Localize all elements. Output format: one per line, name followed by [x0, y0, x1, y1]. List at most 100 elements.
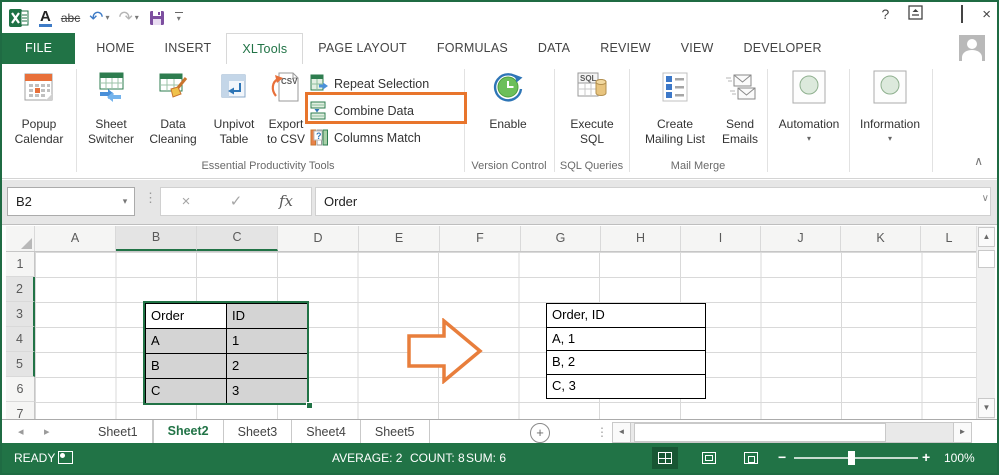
row-header-5[interactable]: 5 [6, 352, 35, 377]
font-color-button[interactable]: A [39, 9, 52, 27]
cell-b2[interactable]: Order [146, 304, 227, 329]
zoom-slider-thumb[interactable] [848, 451, 855, 465]
cell-b5[interactable]: C [146, 379, 227, 404]
column-header-c[interactable]: C [197, 226, 278, 251]
tab-formulas[interactable]: FORMULAS [422, 33, 523, 64]
page-layout-view-button[interactable] [696, 447, 722, 469]
row-header-4[interactable]: 4 [6, 327, 35, 352]
enter-button[interactable]: ✓ [211, 188, 261, 215]
zoom-level[interactable]: 100% [944, 451, 975, 465]
strikethrough-button[interactable]: abc [61, 11, 80, 25]
cell-g3[interactable]: A, 1 [546, 326, 706, 352]
tab-home[interactable]: HOME [81, 33, 149, 64]
zoom-out-button[interactable]: − [778, 449, 786, 465]
tab-developer[interactable]: DEVELOPER [728, 33, 836, 64]
sheet-nav-left-icon[interactable]: ◂ [18, 425, 24, 438]
macro-record-button[interactable] [58, 451, 73, 464]
execute-sql-button[interactable]: SQL Execute SQL [561, 70, 623, 158]
excel-logo-icon[interactable] [8, 7, 30, 29]
column-header-j[interactable]: J [761, 226, 841, 251]
sheet-switcher-button[interactable]: Sheet Switcher [80, 70, 142, 158]
cell-c5[interactable]: 3 [227, 379, 308, 404]
create-mailing-list-button[interactable]: Create Mailing List [635, 70, 715, 158]
column-header-b[interactable]: B [116, 226, 197, 251]
scroll-right-button[interactable]: ► [953, 423, 971, 442]
cell-g4[interactable]: B, 2 [546, 350, 706, 375]
tab-xltools[interactable]: XLTools [226, 33, 304, 64]
normal-view-button[interactable] [652, 447, 678, 469]
column-header-d[interactable]: D [278, 226, 359, 251]
column-header-a[interactable]: A [35, 226, 116, 251]
scroll-up-button[interactable]: ▲ [978, 227, 995, 247]
column-header-h[interactable]: H [601, 226, 681, 251]
row-header-1[interactable]: 1 [6, 252, 35, 277]
cell-g5[interactable]: C, 3 [546, 373, 706, 399]
column-header-k[interactable]: K [841, 226, 921, 251]
customize-qat-button[interactable]: ▾ [174, 12, 183, 23]
scroll-left-button[interactable]: ◄ [613, 423, 631, 442]
tab-insert[interactable]: INSERT [150, 33, 227, 64]
redo-button[interactable]: ↷ ▾ [118, 9, 138, 26]
columns-match-button[interactable]: ? Columns Match [310, 124, 468, 151]
column-header-g[interactable]: G [521, 226, 601, 251]
column-header-i[interactable]: I [681, 226, 761, 251]
row-header-6[interactable]: 6 [6, 377, 35, 402]
column-header-l[interactable]: L [921, 226, 977, 251]
unpivot-table-button[interactable]: Unpivot Table [204, 70, 264, 158]
cell-b3[interactable]: A [146, 329, 227, 354]
sheet-nav-right-icon[interactable]: ▸ [44, 425, 50, 438]
vertical-scrollbar-thumb[interactable] [978, 250, 995, 268]
undo-dropdown-icon[interactable]: ▾ [105, 13, 109, 22]
new-sheet-button[interactable]: + [530, 423, 550, 443]
automation-button[interactable]: Automation ▾ [772, 70, 846, 158]
insert-function-button[interactable]: fx [261, 188, 311, 215]
save-button[interactable] [148, 9, 166, 27]
user-avatar[interactable] [959, 35, 985, 61]
data-cleaning-button[interactable]: Data Cleaning [142, 70, 204, 158]
tab-file[interactable]: FILE [2, 33, 76, 64]
formula-bar-input[interactable]: Order [315, 187, 991, 216]
name-box-dropdown-icon[interactable]: ▾ [116, 196, 134, 207]
cell-c4[interactable]: 2 [227, 354, 308, 379]
horizontal-scrollbar-thumb[interactable] [634, 423, 886, 442]
cells-area[interactable]: Order ID A 1 B 2 C 3 Order, ID A, 1 B, 2… [35, 252, 977, 419]
row-header-7[interactable]: 7 [6, 402, 35, 419]
vertical-scrollbar[interactable]: ▲ ▼ [976, 226, 995, 419]
tab-data[interactable]: DATA [523, 33, 585, 64]
row-header-2[interactable]: 2 [6, 277, 35, 302]
name-box[interactable]: B2 ▾ [7, 187, 135, 216]
page-break-view-button[interactable] [738, 447, 764, 469]
cell-c3[interactable]: 1 [227, 329, 308, 354]
arrow-shape[interactable] [406, 318, 484, 384]
tab-review[interactable]: REVIEW [585, 33, 666, 64]
information-button[interactable]: Information ▾ [853, 70, 927, 158]
worksheet-grid[interactable]: A B C D E F G H I J K L 1 2 3 4 5 6 7 Or… [6, 226, 977, 419]
fill-handle[interactable] [306, 402, 313, 409]
select-all-button[interactable] [6, 226, 35, 251]
send-emails-button[interactable]: Send Emails [709, 70, 771, 158]
zoom-in-button[interactable]: + [922, 449, 930, 465]
cell-g2[interactable]: Order, ID [546, 303, 706, 328]
column-header-f[interactable]: F [440, 226, 521, 251]
column-header-e[interactable]: E [359, 226, 440, 251]
calendar-icon [24, 73, 53, 101]
redo-dropdown-icon[interactable]: ▾ [135, 13, 139, 22]
tab-page-layout[interactable]: PAGE LAYOUT [303, 33, 422, 64]
maximize-button[interactable] [961, 5, 964, 23]
enable-version-control-button[interactable]: Enable [477, 70, 539, 158]
expand-formula-bar-icon[interactable]: ∨ [982, 193, 989, 204]
scroll-down-button[interactable]: ▼ [978, 398, 995, 418]
help-button[interactable]: ? [881, 6, 889, 22]
horizontal-scrollbar[interactable]: ◄ ► [612, 422, 972, 443]
popup-calendar-button[interactable]: Popup Calendar [7, 70, 71, 158]
close-button[interactable]: × [982, 6, 991, 23]
cell-c2[interactable]: ID [227, 304, 308, 329]
undo-button[interactable]: ↶ ▾ [89, 9, 109, 26]
zoom-slider-track[interactable] [794, 457, 918, 459]
cancel-button[interactable]: × [161, 188, 211, 215]
ribbon-display-options-button[interactable] [908, 5, 923, 23]
tab-view[interactable]: VIEW [666, 33, 729, 64]
row-header-3[interactable]: 3 [6, 302, 35, 327]
cell-b4[interactable]: B [146, 354, 227, 379]
collapse-ribbon-button[interactable]: ∧ [974, 154, 983, 168]
